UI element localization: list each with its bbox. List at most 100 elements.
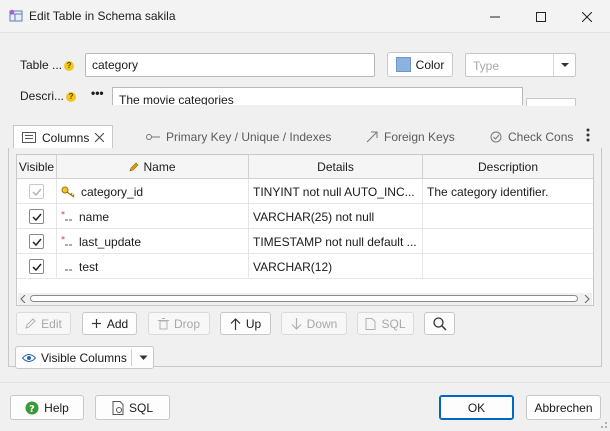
description-label-text: Descri... xyxy=(20,89,65,103)
color-button[interactable]: Color xyxy=(387,52,453,77)
table-name-label-text: Table ... xyxy=(20,58,63,72)
table-row[interactable]: * last_update TIMESTAMP not null default… xyxy=(17,229,593,254)
help-button[interactable]: ? Help xyxy=(10,395,84,420)
column-icon xyxy=(65,268,72,271)
name-cell[interactable]: * name xyxy=(57,204,249,229)
color-button-label: Color xyxy=(415,57,445,72)
not-null-column-icon: * xyxy=(61,211,72,221)
svg-text:*: * xyxy=(61,236,65,244)
close-button[interactable] xyxy=(564,0,610,33)
tab-columns[interactable]: Columns xyxy=(13,125,114,149)
minimize-icon xyxy=(490,16,500,17)
tab-primary-key-label: Primary Key / Unique / Indexes xyxy=(166,130,332,144)
type-select-placeholder: Type xyxy=(473,59,500,73)
description-label: Descri...? xyxy=(20,89,77,103)
column-header-details[interactable]: Details xyxy=(249,155,423,179)
resize-grip-icon[interactable] xyxy=(596,417,608,429)
help-hint-icon[interactable]: ? xyxy=(64,60,75,71)
details-cell[interactable]: TINYINT not null AUTO_INC... xyxy=(249,179,423,204)
column-sql-button[interactable]: SQL xyxy=(357,312,414,335)
table-row[interactable]: test VARCHAR(12) xyxy=(17,254,593,279)
scroll-right-icon[interactable] xyxy=(584,295,590,303)
details-cell[interactable]: TIMESTAMP not null default ... xyxy=(249,229,423,254)
tabs-more-menu-icon[interactable] xyxy=(584,128,592,144)
visible-checkbox-cell xyxy=(17,204,57,229)
help-hint-icon[interactable]: ? xyxy=(66,91,77,102)
table-row[interactable]: category_id TINYINT not null AUTO_INC...… xyxy=(17,179,593,204)
details-cell[interactable]: VARCHAR(12) xyxy=(249,254,423,279)
column-name: last_update xyxy=(79,234,142,249)
visible-columns-button[interactable]: Visible Columns xyxy=(15,346,154,369)
visible-checkbox-cell xyxy=(17,179,57,204)
edit-column-button[interactable]: Edit xyxy=(16,312,71,335)
tab-check-constraints[interactable]: Check Cons xyxy=(490,125,574,149)
visible-checkbox[interactable] xyxy=(29,259,44,274)
horizontal-scrollbar[interactable] xyxy=(18,293,592,305)
more-options-button[interactable]: ••• xyxy=(91,86,104,100)
description-cell[interactable] xyxy=(423,229,593,254)
tab-foreign-keys-label: Foreign Keys xyxy=(384,130,455,144)
move-down-button[interactable]: Down xyxy=(281,312,347,335)
tab-check-constraints-label: Check Cons xyxy=(508,130,574,144)
description-input[interactable]: The movie categories xyxy=(112,87,523,105)
help-icon: ? xyxy=(25,401,39,415)
search-button[interactable] xyxy=(424,312,455,335)
description-combo-button[interactable] xyxy=(526,98,576,106)
visible-columns-label: Visible Columns xyxy=(41,350,127,365)
cancel-button[interactable]: Abbrechen xyxy=(526,395,601,420)
arrow-up-icon xyxy=(230,317,241,330)
eye-icon xyxy=(22,353,36,362)
svg-text:?: ? xyxy=(29,404,35,415)
columns-grid: Visible Name Details Description categor… xyxy=(16,154,594,306)
column-header-name[interactable]: Name xyxy=(57,155,249,179)
name-cell[interactable]: test xyxy=(57,254,249,279)
edit-column-label: Edit xyxy=(41,316,62,331)
tab-foreign-keys[interactable]: Foreign Keys xyxy=(366,125,455,149)
description-cell[interactable] xyxy=(423,254,593,279)
check-circle-icon xyxy=(490,131,502,143)
pencil-icon xyxy=(130,162,139,171)
close-tab-icon[interactable] xyxy=(95,133,105,142)
trash-icon xyxy=(157,317,169,329)
name-cell[interactable]: category_id xyxy=(57,179,249,204)
ok-button[interactable]: OK xyxy=(439,395,514,420)
table-name-input[interactable]: category xyxy=(85,53,375,77)
visible-checkbox[interactable] xyxy=(29,234,44,249)
drop-column-label: Drop xyxy=(173,316,200,331)
drop-column-button[interactable]: Drop xyxy=(148,312,210,335)
column-name: test xyxy=(79,259,99,274)
pencil-icon xyxy=(25,318,36,329)
move-up-button[interactable]: Up xyxy=(220,312,271,335)
footer-divider xyxy=(0,382,610,383)
visible-checkbox[interactable] xyxy=(29,184,44,199)
table-row[interactable]: * name VARCHAR(25) not null xyxy=(17,204,593,229)
table-name-label: Table ...? xyxy=(20,58,75,72)
column-header-name-label: Name xyxy=(143,159,176,174)
help-button-label: Help xyxy=(44,400,69,415)
scroll-left-icon[interactable] xyxy=(20,295,26,303)
arrow-down-icon xyxy=(291,317,302,330)
column-header-description[interactable]: Description xyxy=(423,155,593,179)
name-cell[interactable]: * last_update xyxy=(57,229,249,254)
description-cell[interactable]: The category identifier. xyxy=(423,179,593,204)
tab-columns-label: Columns xyxy=(42,130,90,145)
tab-primary-key[interactable]: Primary Key / Unique / Indexes xyxy=(146,125,331,149)
move-up-label: Up xyxy=(245,316,262,331)
description-cell[interactable] xyxy=(423,204,593,229)
footer-sql-button[interactable]: SQL xyxy=(95,395,170,420)
chevron-down-icon[interactable] xyxy=(139,355,148,361)
color-swatch xyxy=(395,57,411,72)
arrow-up-right-icon xyxy=(366,131,378,143)
add-column-button[interactable]: Add xyxy=(82,312,137,335)
minimize-button[interactable] xyxy=(472,0,518,33)
maximize-button[interactable] xyxy=(518,0,564,33)
visible-checkbox[interactable] xyxy=(29,209,44,224)
column-sql-label: SQL xyxy=(381,316,406,331)
add-column-label: Add xyxy=(106,316,129,331)
type-select[interactable]: Type xyxy=(465,53,576,77)
column-header-visible[interactable]: Visible xyxy=(17,155,57,179)
details-cell[interactable]: VARCHAR(25) not null xyxy=(249,204,423,229)
svg-text:*: * xyxy=(61,211,65,219)
scrollbar-thumb[interactable] xyxy=(30,295,578,302)
chevron-down-icon xyxy=(561,63,569,67)
